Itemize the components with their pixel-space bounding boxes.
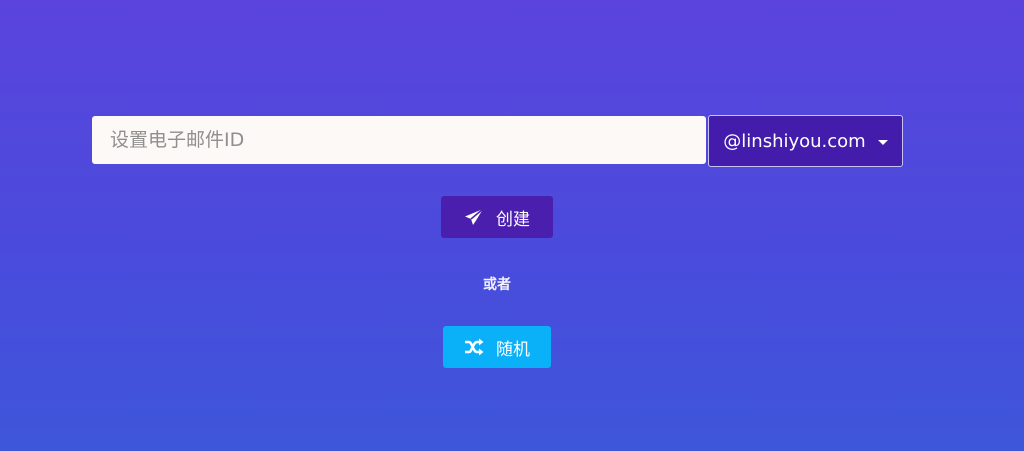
paper-plane-icon xyxy=(464,207,484,227)
caret-down-icon xyxy=(877,139,888,145)
domain-dropdown-button[interactable]: @linshiyou.com xyxy=(708,115,903,167)
create-button-label: 创建 xyxy=(496,209,530,230)
random-button-label: 随机 xyxy=(496,339,530,360)
domain-dropdown-label: @linshiyou.com xyxy=(723,130,866,152)
create-button[interactable]: 创建 xyxy=(441,196,553,238)
email-id-input[interactable] xyxy=(92,116,706,164)
random-button[interactable]: 随机 xyxy=(443,326,551,368)
or-separator-text: 或者 xyxy=(483,277,511,293)
shuffle-icon xyxy=(464,337,484,357)
email-row: @linshiyou.com xyxy=(92,115,904,167)
